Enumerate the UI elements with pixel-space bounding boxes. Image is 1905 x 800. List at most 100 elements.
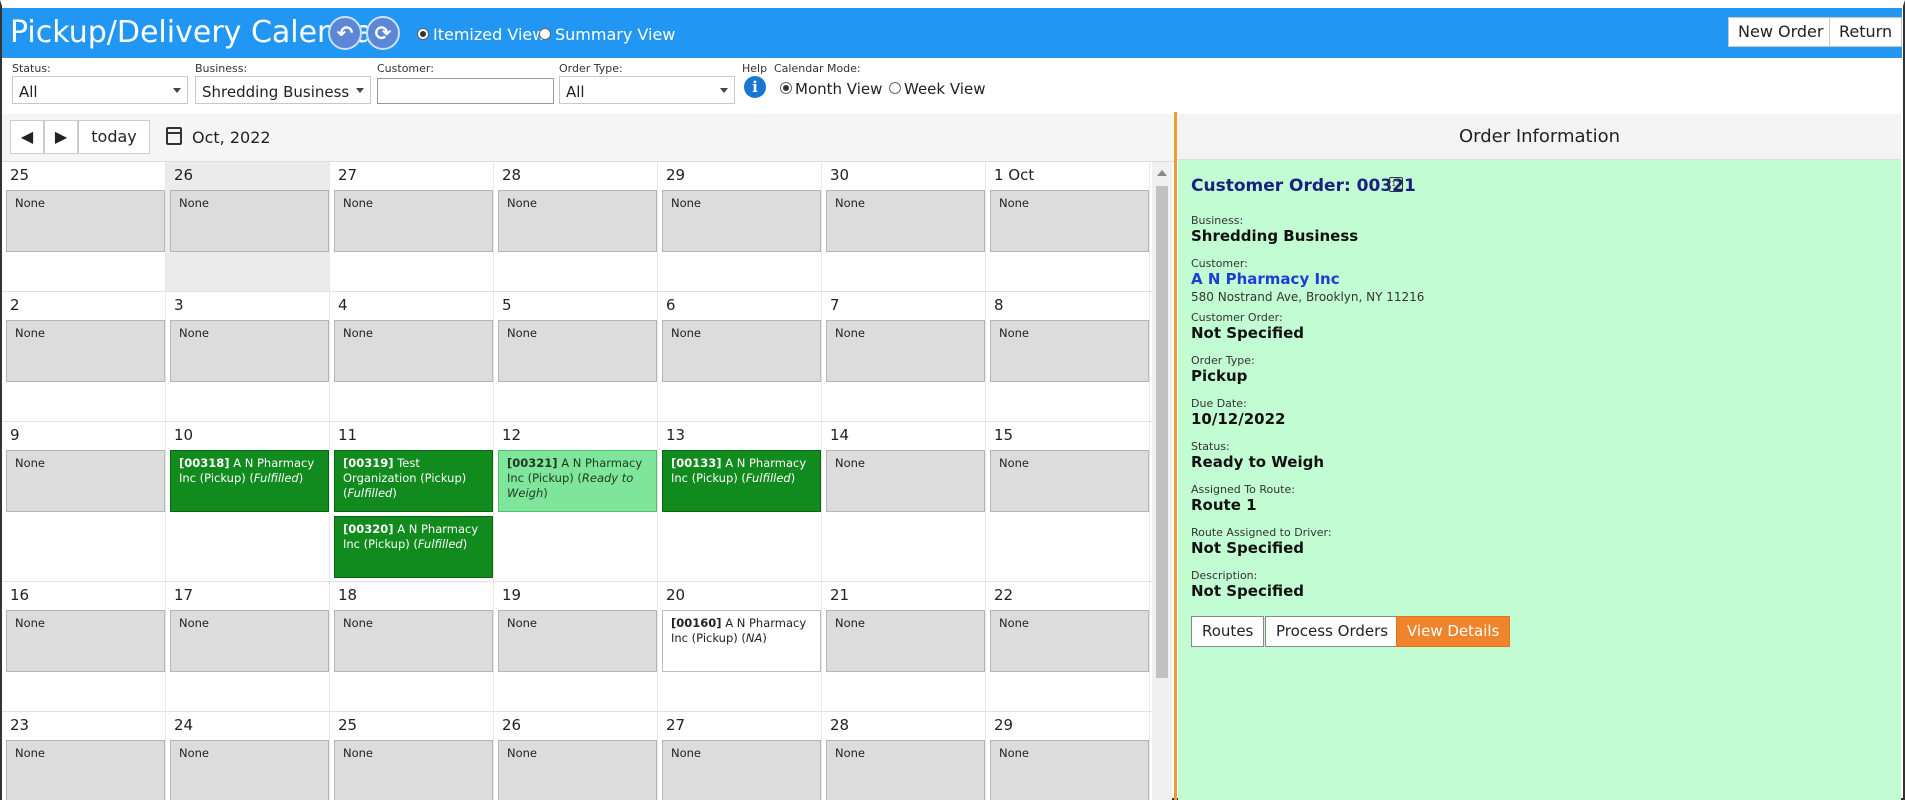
prev-month-button[interactable]: ◀ [10, 120, 44, 154]
calendar-day-cell[interactable]: 5 None [494, 292, 658, 421]
order-event[interactable]: [00319] Test Organization (Pickup) (Fulf… [334, 450, 493, 512]
scrollbar-thumb[interactable] [1156, 186, 1168, 678]
week-view-radio[interactable]: Week View [889, 80, 985, 98]
empty-event[interactable]: None [6, 190, 165, 252]
process-orders-button[interactable]: Process Orders [1265, 616, 1400, 647]
empty-event[interactable]: None [170, 610, 329, 672]
order-event[interactable]: [00318] A N Pharmacy Inc (Pickup) (Fulfi… [170, 450, 329, 512]
scroll-up-icon[interactable] [1157, 170, 1167, 176]
empty-event[interactable]: None [334, 740, 493, 800]
return-button[interactable]: Return [1829, 17, 1903, 47]
calendar-day-cell[interactable]: 26 None [494, 712, 658, 800]
empty-event[interactable]: None [334, 610, 493, 672]
next-month-button[interactable]: ▶ [44, 120, 78, 154]
refresh-icon[interactable]: ⟳ [366, 16, 400, 50]
calendar-day-cell[interactable]: 19 None [494, 582, 658, 711]
calendar-day-cell[interactable]: 2 None [2, 292, 166, 421]
empty-event[interactable]: None [6, 320, 165, 382]
calendar-day-cell[interactable]: 1 Oct None [986, 162, 1150, 291]
calendar-day-cell[interactable]: 20 [00160] A N Pharmacy Inc (Pickup) (NA) [658, 582, 822, 711]
empty-event[interactable]: None [498, 190, 657, 252]
empty-event[interactable]: None [170, 190, 329, 252]
order-event[interactable]: [00160] A N Pharmacy Inc (Pickup) (NA) [662, 610, 821, 672]
calendar-icon[interactable] [166, 127, 182, 145]
business-select[interactable]: Shredding Business [195, 76, 371, 104]
undo-arrow-icon[interactable]: ↶ [328, 16, 362, 50]
calendar-day-cell[interactable]: 17 None [166, 582, 330, 711]
calendar-scrollbar[interactable] [1152, 162, 1172, 800]
calendar-day-cell[interactable]: 12 [00321] A N Pharmacy Inc (Pickup) (Rea… [494, 422, 658, 581]
calendar-day-cell[interactable]: 16 None [2, 582, 166, 711]
info-icon[interactable]: i [744, 76, 766, 98]
customer-link[interactable]: A N Pharmacy Inc [1191, 270, 1340, 288]
calendar-day-cell[interactable]: 30 None [822, 162, 986, 291]
app-header: Pickup/Delivery Calendar ↶ ⟳ Itemized Vi… [2, 8, 1903, 58]
empty-event[interactable]: None [6, 610, 165, 672]
due-date-label: Due Date: [1191, 397, 1247, 410]
calendar-day-cell[interactable]: 13 [00133] A N Pharmacy Inc (Pickup) (Ful… [658, 422, 822, 581]
calendar-day-cell[interactable]: 15 None [986, 422, 1150, 581]
calendar-day-cell[interactable]: 3 None [166, 292, 330, 421]
empty-event[interactable]: None [498, 740, 657, 800]
panel-divider[interactable] [1174, 112, 1177, 800]
calendar-day-cell[interactable]: 9 None [2, 422, 166, 581]
empty-event[interactable]: None [826, 740, 985, 800]
calendar-day-cell[interactable]: 29 None [986, 712, 1150, 800]
day-number: 22 [994, 586, 1014, 604]
month-view-radio[interactable]: Month View [780, 80, 882, 98]
calendar-day-cell[interactable]: 28 None [822, 712, 986, 800]
empty-event[interactable]: None [662, 320, 821, 382]
empty-event[interactable]: None [990, 320, 1149, 382]
calendar-icon[interactable]: 12 [1389, 177, 1403, 192]
empty-event[interactable]: None [826, 450, 985, 512]
calendar-day-cell[interactable]: 22 None [986, 582, 1150, 711]
new-order-button[interactable]: New Order [1728, 17, 1834, 47]
calendar-day-cell[interactable]: 27 None [658, 712, 822, 800]
calendar-day-cell[interactable]: 4 None [330, 292, 494, 421]
empty-event[interactable]: None [826, 610, 985, 672]
view-details-button[interactable]: View Details [1396, 616, 1511, 647]
calendar-day-cell[interactable]: 7 None [822, 292, 986, 421]
empty-event[interactable]: None [334, 320, 493, 382]
calendar-day-cell[interactable]: 25 None [2, 162, 166, 291]
itemized-view-radio[interactable]: Itemized View [417, 25, 545, 44]
calendar-day-cell[interactable]: 28 None [494, 162, 658, 291]
status-select[interactable]: All [12, 76, 188, 104]
empty-event[interactable]: None [498, 610, 657, 672]
calendar-day-cell[interactable]: 8 None [986, 292, 1150, 421]
empty-event[interactable]: None [662, 190, 821, 252]
empty-event[interactable]: None [990, 450, 1149, 512]
summary-view-radio[interactable]: Summary View [539, 25, 675, 44]
empty-event[interactable]: None [334, 190, 493, 252]
calendar-day-cell[interactable]: 6 None [658, 292, 822, 421]
calendar-day-cell[interactable]: 21 None [822, 582, 986, 711]
calendar-day-cell[interactable]: 29 None [658, 162, 822, 291]
empty-event[interactable]: None [662, 740, 821, 800]
calendar-day-cell[interactable]: 11 [00319] Test Organization (Pickup) (Fu… [330, 422, 494, 581]
empty-event[interactable]: None [990, 740, 1149, 800]
calendar-day-cell[interactable]: 14 None [822, 422, 986, 581]
today-button[interactable]: today [78, 120, 150, 154]
empty-event[interactable]: None [6, 740, 165, 800]
calendar-day-cell[interactable]: 24 None [166, 712, 330, 800]
calendar-day-cell[interactable]: 10 [00318] A N Pharmacy Inc (Pickup) (Ful… [166, 422, 330, 581]
empty-event[interactable]: None [170, 740, 329, 800]
customer-input[interactable] [377, 78, 554, 104]
empty-event[interactable]: None [826, 190, 985, 252]
order-type-select[interactable]: All [559, 76, 735, 104]
order-event[interactable]: [00321] A N Pharmacy Inc (Pickup) (Ready… [498, 450, 657, 512]
empty-event[interactable]: None [826, 320, 985, 382]
empty-event[interactable]: None [170, 320, 329, 382]
calendar-day-cell[interactable]: 23 None [2, 712, 166, 800]
order-event[interactable]: [00320] A N Pharmacy Inc (Pickup) (Fulfi… [334, 516, 493, 578]
empty-event[interactable]: None [6, 450, 165, 512]
calendar-day-cell[interactable]: 25 None [330, 712, 494, 800]
order-event[interactable]: [00133] A N Pharmacy Inc (Pickup) (Fulfi… [662, 450, 821, 512]
calendar-day-cell[interactable]: 26 None [166, 162, 330, 291]
routes-button[interactable]: Routes [1191, 616, 1265, 647]
calendar-day-cell[interactable]: 18 None [330, 582, 494, 711]
calendar-day-cell[interactable]: 27 None [330, 162, 494, 291]
empty-event[interactable]: None [498, 320, 657, 382]
empty-event[interactable]: None [990, 190, 1149, 252]
empty-event[interactable]: None [990, 610, 1149, 672]
